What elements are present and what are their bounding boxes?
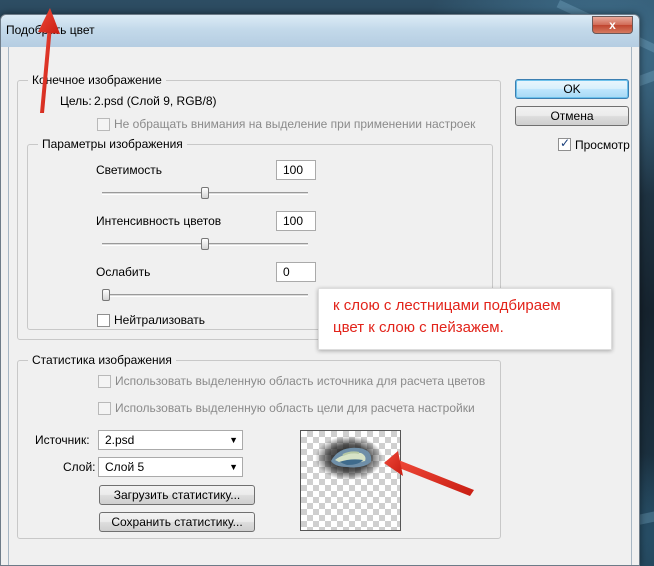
use-target-selection-checkbox[interactable] — [98, 402, 111, 415]
preview-checkbox[interactable] — [558, 136, 571, 151]
neutralize-label: Нейтрализовать — [114, 313, 206, 327]
annotation-line-1: к слою с лестницами подбираем — [333, 297, 561, 314]
fade-input[interactable]: 0 — [276, 262, 316, 282]
use-target-selection-label: Использовать выделенную область цели для… — [115, 401, 475, 415]
preview-label: Просмотр — [575, 138, 630, 152]
color-intensity-slider-thumb[interactable] — [201, 238, 209, 250]
luminance-label: Светимость — [96, 163, 163, 177]
layer-dropdown[interactable]: Слой 5 ▼ — [98, 457, 243, 477]
cancel-button[interactable]: Отмена — [515, 106, 629, 126]
chevron-down-icon: ▼ — [229, 435, 238, 445]
ok-button[interactable]: OK — [515, 79, 629, 99]
source-dropdown-value: 2.psd — [105, 433, 135, 447]
luminance-input[interactable]: 100 — [276, 160, 316, 180]
target-label: Цель: — [60, 94, 92, 108]
layer-label: Слой: — [63, 460, 96, 474]
use-source-selection-checkbox[interactable] — [98, 375, 111, 388]
target-value: 2.psd (Слой 9, RGB/8) — [94, 94, 217, 108]
image-options-legend: Параметры изображения — [38, 137, 187, 151]
layer-dropdown-value: Слой 5 — [105, 460, 145, 474]
title-bar[interactable]: Подобрать цвет x — [1, 15, 639, 47]
destination-image-legend: Конечное изображение — [28, 73, 166, 87]
use-source-selection-label: Использовать выделенную область источник… — [115, 374, 486, 388]
fade-label: Ослабить — [96, 265, 151, 279]
annotation-line-2: цвет к слою с пейзажем. — [333, 319, 504, 336]
source-label: Источник: — [35, 433, 90, 447]
close-button[interactable]: x — [592, 16, 633, 34]
color-intensity-label: Интенсивность цветов — [96, 214, 222, 228]
source-preview-thumbnail — [300, 430, 401, 531]
neutralize-checkbox[interactable] — [97, 314, 110, 327]
close-icon: x — [609, 18, 616, 32]
ignore-selection-label: Не обращать внимания на выделение при пр… — [114, 117, 476, 131]
image-statistics-group: Статистика изображения Использовать выде… — [17, 353, 501, 539]
save-statistics-button[interactable]: Сохранить статистику... — [99, 512, 255, 532]
preview-image — [315, 436, 383, 480]
fade-slider-thumb[interactable] — [102, 289, 110, 301]
chevron-down-icon: ▼ — [229, 462, 238, 472]
color-intensity-input[interactable]: 100 — [276, 211, 316, 231]
image-statistics-legend: Статистика изображения — [28, 353, 176, 367]
fade-slider[interactable] — [102, 294, 308, 297]
window-title: Подобрать цвет — [6, 23, 95, 37]
source-dropdown[interactable]: 2.psd ▼ — [98, 430, 243, 450]
ignore-selection-checkbox[interactable] — [97, 118, 110, 131]
load-statistics-button[interactable]: Загрузить статистику... — [99, 485, 255, 505]
annotation-callout: к слою с лестницами подбираем цвет к сло… — [318, 288, 612, 350]
luminance-slider-thumb[interactable] — [201, 187, 209, 199]
